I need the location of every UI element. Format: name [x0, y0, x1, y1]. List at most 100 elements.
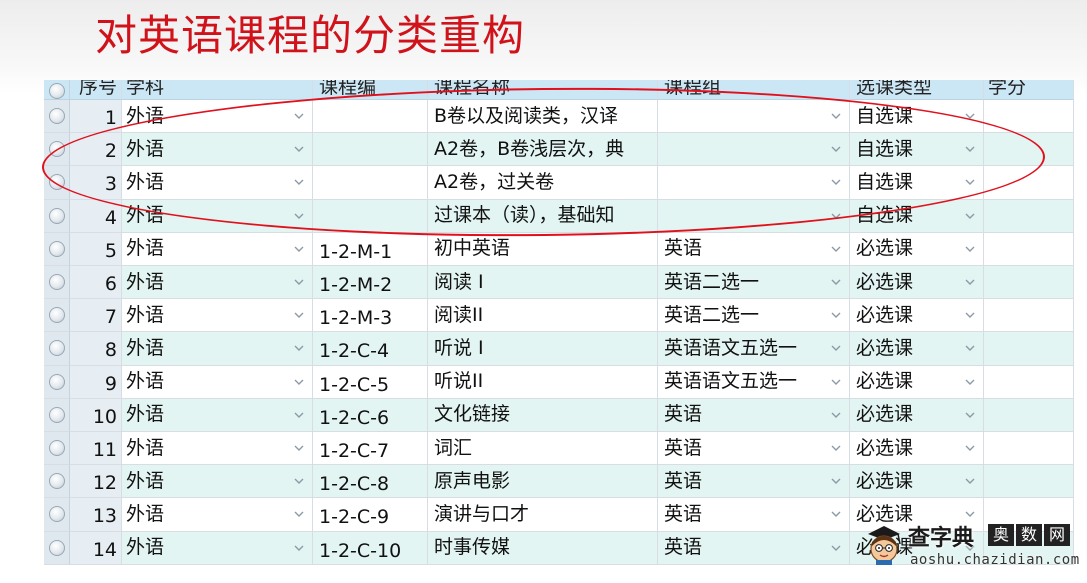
- course-group-select[interactable]: 英语二选一: [658, 299, 850, 333]
- header-no[interactable]: 序号: [70, 80, 122, 100]
- row-selector[interactable]: [44, 100, 70, 134]
- subject-select[interactable]: 外语: [122, 232, 313, 266]
- course-name-cell[interactable]: 文化链接: [428, 398, 658, 432]
- course-group-select[interactable]: 英语二选一: [658, 266, 850, 300]
- course-code-cell[interactable]: 1-2-C-10: [313, 531, 428, 565]
- course-name-cell[interactable]: 演讲与口才: [428, 498, 658, 532]
- selection-type-select[interactable]: 必选课: [850, 531, 984, 565]
- course-name-cell[interactable]: 时事传媒: [428, 531, 658, 565]
- course-name-cell[interactable]: 听说 I: [428, 332, 658, 366]
- credits-cell[interactable]: [984, 133, 1074, 167]
- course-group-select[interactable]: 英语语文五选一: [658, 332, 850, 366]
- table-row[interactable]: 12 外语 1-2-C-8 原声电影 英语 必选课: [44, 465, 1074, 499]
- header-selection-type[interactable]: 选课类型: [850, 80, 984, 100]
- course-group-select[interactable]: [658, 133, 850, 167]
- credits-cell[interactable]: [984, 332, 1074, 366]
- row-selector[interactable]: [44, 365, 70, 399]
- row-selector[interactable]: [44, 133, 70, 167]
- course-group-select[interactable]: 英语: [658, 465, 850, 499]
- table-row[interactable]: 6 外语 1-2-M-2 阅读 I 英语二选一 必选课: [44, 266, 1074, 300]
- subject-select[interactable]: 外语: [122, 266, 313, 300]
- selection-type-select[interactable]: 必选课: [850, 266, 984, 300]
- credits-cell[interactable]: [984, 232, 1074, 266]
- subject-select[interactable]: 外语: [122, 531, 313, 565]
- selection-type-select[interactable]: 自选课: [850, 100, 984, 134]
- subject-select[interactable]: 外语: [122, 465, 313, 499]
- credits-cell[interactable]: [984, 266, 1074, 300]
- header-code[interactable]: 课程编: [313, 80, 428, 100]
- row-selector[interactable]: [44, 531, 70, 565]
- row-selector[interactable]: [44, 199, 70, 233]
- course-name-cell[interactable]: B卷以及阅读类，汉译: [428, 100, 658, 134]
- table-row[interactable]: 3 外语 A2卷，过关卷 自选课: [44, 166, 1074, 200]
- subject-select[interactable]: 外语: [122, 398, 313, 432]
- subject-select[interactable]: 外语: [122, 332, 313, 366]
- row-selector[interactable]: [44, 232, 70, 266]
- course-code-cell[interactable]: [313, 166, 428, 200]
- course-code-cell[interactable]: [313, 133, 428, 167]
- selection-type-select[interactable]: 自选课: [850, 199, 984, 233]
- course-code-cell[interactable]: 1-2-C-6: [313, 398, 428, 432]
- course-name-cell[interactable]: A2卷，过关卷: [428, 166, 658, 200]
- selection-type-select[interactable]: 必选课: [850, 299, 984, 333]
- course-code-cell[interactable]: 1-2-C-4: [313, 332, 428, 366]
- table-row[interactable]: 13 外语 1-2-C-9 演讲与口才 英语 必选课: [44, 498, 1074, 532]
- course-name-cell[interactable]: 初中英语: [428, 232, 658, 266]
- credits-cell[interactable]: [984, 398, 1074, 432]
- selection-type-select[interactable]: 必选课: [850, 398, 984, 432]
- credits-cell[interactable]: [984, 365, 1074, 399]
- selection-type-select[interactable]: 必选课: [850, 232, 984, 266]
- row-selector[interactable]: [44, 332, 70, 366]
- course-code-cell[interactable]: [313, 199, 428, 233]
- course-name-cell[interactable]: A2卷，B卷浅层次，典: [428, 133, 658, 167]
- row-selector[interactable]: [44, 166, 70, 200]
- table-row[interactable]: 7 外语 1-2-M-3 阅读II 英语二选一 必选课: [44, 299, 1074, 333]
- header-credits[interactable]: 学分: [984, 80, 1074, 100]
- credits-cell[interactable]: [984, 465, 1074, 499]
- course-group-select[interactable]: [658, 166, 850, 200]
- credits-cell[interactable]: [984, 498, 1074, 532]
- table-row[interactable]: 5 外语 1-2-M-1 初中英语 英语 必选课: [44, 232, 1074, 266]
- selection-type-select[interactable]: 必选课: [850, 332, 984, 366]
- table-row[interactable]: 14 外语 1-2-C-10 时事传媒 英语 必选课: [44, 531, 1074, 565]
- header-selector[interactable]: [44, 80, 70, 100]
- course-group-select[interactable]: 英语: [658, 232, 850, 266]
- course-name-cell[interactable]: 过课本（读），基础知: [428, 199, 658, 233]
- subject-select[interactable]: 外语: [122, 365, 313, 399]
- table-row[interactable]: 1 外语 B卷以及阅读类，汉译 自选课: [44, 100, 1074, 134]
- header-course-group[interactable]: 课程组: [658, 80, 850, 100]
- course-name-cell[interactable]: 原声电影: [428, 465, 658, 499]
- table-row[interactable]: 4 外语 过课本（读），基础知 自选课: [44, 199, 1074, 233]
- course-name-cell[interactable]: 阅读II: [428, 299, 658, 333]
- subject-select[interactable]: 外语: [122, 432, 313, 466]
- row-selector[interactable]: [44, 299, 70, 333]
- course-code-cell[interactable]: 1-2-M-1: [313, 232, 428, 266]
- row-selector[interactable]: [44, 432, 70, 466]
- selection-type-select[interactable]: 自选课: [850, 133, 984, 167]
- course-code-cell[interactable]: 1-2-C-5: [313, 365, 428, 399]
- subject-select[interactable]: 外语: [122, 133, 313, 167]
- credits-cell[interactable]: [984, 432, 1074, 466]
- selection-type-select[interactable]: 必选课: [850, 365, 984, 399]
- course-group-select[interactable]: 英语: [658, 531, 850, 565]
- course-code-cell[interactable]: 1-2-M-2: [313, 266, 428, 300]
- credits-cell[interactable]: [984, 199, 1074, 233]
- table-row[interactable]: 11 外语 1-2-C-7 词汇 英语 必选课: [44, 432, 1074, 466]
- table-row[interactable]: 2 外语 A2卷，B卷浅层次，典 自选课: [44, 133, 1074, 167]
- course-code-cell[interactable]: 1-2-C-7: [313, 432, 428, 466]
- credits-cell[interactable]: [984, 100, 1074, 134]
- subject-select[interactable]: 外语: [122, 166, 313, 200]
- course-code-cell[interactable]: 1-2-C-8: [313, 465, 428, 499]
- credits-cell[interactable]: [984, 531, 1074, 565]
- table-row[interactable]: 10 外语 1-2-C-6 文化链接 英语 必选课: [44, 398, 1074, 432]
- course-name-cell[interactable]: 阅读 I: [428, 266, 658, 300]
- table-row[interactable]: 9 外语 1-2-C-5 听说II 英语语文五选一 必选课: [44, 365, 1074, 399]
- row-selector[interactable]: [44, 398, 70, 432]
- row-selector[interactable]: [44, 266, 70, 300]
- selection-type-select[interactable]: 必选课: [850, 498, 984, 532]
- course-group-select[interactable]: 英语: [658, 432, 850, 466]
- course-name-cell[interactable]: 词汇: [428, 432, 658, 466]
- course-code-cell[interactable]: [313, 100, 428, 134]
- subject-select[interactable]: 外语: [122, 100, 313, 134]
- row-selector[interactable]: [44, 498, 70, 532]
